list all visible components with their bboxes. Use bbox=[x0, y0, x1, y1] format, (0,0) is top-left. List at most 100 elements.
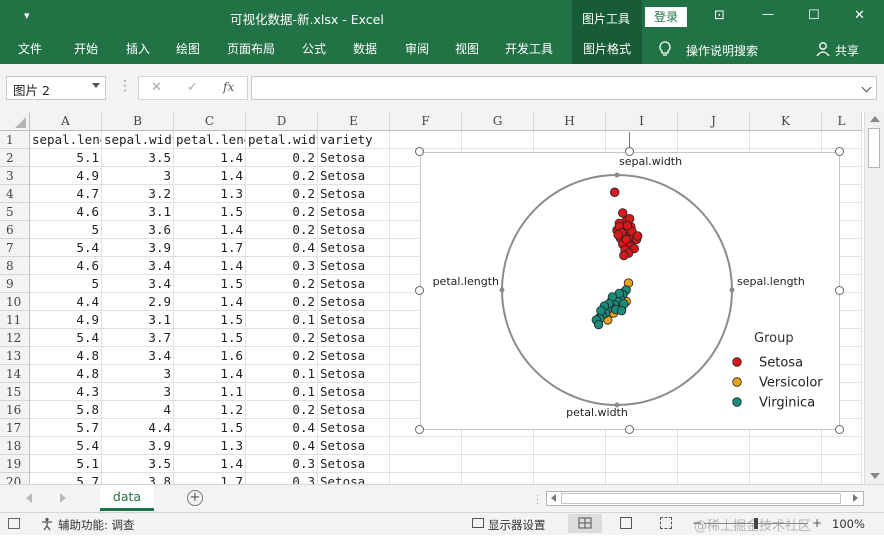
data-cell[interactable]: Setosa bbox=[318, 473, 390, 484]
tab-split-icon[interactable]: ⋮ bbox=[532, 493, 543, 506]
empty-cell[interactable] bbox=[750, 131, 822, 149]
row-header-7[interactable]: 7 bbox=[0, 239, 30, 257]
row-header-8[interactable]: 8 bbox=[0, 257, 30, 275]
data-cell[interactable]: 0.2 bbox=[246, 401, 318, 419]
tab-picture-format[interactable]: 图片格式 bbox=[572, 34, 642, 64]
data-cell[interactable]: Setosa bbox=[318, 203, 390, 221]
resize-handle-l[interactable] bbox=[415, 286, 424, 295]
data-cell[interactable]: 3.1 bbox=[102, 311, 174, 329]
row-header-10[interactable]: 10 bbox=[0, 293, 30, 311]
data-cell[interactable]: Setosa bbox=[318, 221, 390, 239]
sheet-tab-data[interactable]: data bbox=[100, 485, 154, 511]
data-cell[interactable]: 0.3 bbox=[246, 257, 318, 275]
data-cell[interactable]: 1.3 bbox=[174, 185, 246, 203]
column-header-g[interactable]: G bbox=[462, 112, 534, 131]
header-cell[interactable]: petal.length bbox=[174, 131, 246, 149]
data-cell[interactable]: 0.2 bbox=[246, 275, 318, 293]
empty-cell[interactable] bbox=[534, 473, 606, 484]
row-header-3[interactable]: 3 bbox=[0, 167, 30, 185]
data-cell[interactable]: Setosa bbox=[318, 401, 390, 419]
data-cell[interactable]: 4.9 bbox=[30, 167, 102, 185]
close-button[interactable]: ✕ bbox=[854, 8, 865, 23]
empty-cell[interactable] bbox=[606, 131, 678, 149]
data-cell[interactable]: 2.9 bbox=[102, 293, 174, 311]
minimize-button[interactable]: — bbox=[762, 7, 774, 21]
data-cell[interactable]: 4.8 bbox=[30, 347, 102, 365]
chevron-down-icon[interactable] bbox=[92, 83, 100, 88]
data-cell[interactable]: 5.8 bbox=[30, 401, 102, 419]
scroll-right-icon[interactable] bbox=[853, 494, 858, 502]
row-header-11[interactable]: 11 bbox=[0, 311, 30, 329]
scroll-up-icon[interactable] bbox=[870, 116, 880, 122]
empty-cell[interactable] bbox=[822, 473, 862, 484]
insert-function-icon[interactable]: fx bbox=[223, 80, 234, 94]
page-break-view-icon[interactable] bbox=[660, 517, 672, 529]
column-header-b[interactable]: B bbox=[102, 112, 174, 131]
data-cell[interactable]: 4 bbox=[102, 401, 174, 419]
data-cell[interactable]: Setosa bbox=[318, 419, 390, 437]
empty-cell[interactable] bbox=[534, 455, 606, 473]
column-header-l[interactable]: L bbox=[822, 112, 862, 131]
accessibility-status[interactable]: 辅助功能: 调查 bbox=[58, 517, 135, 533]
name-box[interactable]: 图片 2 bbox=[6, 76, 106, 100]
row-header-17[interactable]: 17 bbox=[0, 419, 30, 437]
row-header-18[interactable]: 18 bbox=[0, 437, 30, 455]
data-cell[interactable]: 0.2 bbox=[246, 149, 318, 167]
ribbon-display-icon[interactable]: ⊡ bbox=[714, 8, 725, 23]
column-header-j[interactable]: J bbox=[678, 112, 750, 131]
data-cell[interactable]: 5.7 bbox=[30, 419, 102, 437]
data-cell[interactable]: 4.6 bbox=[30, 257, 102, 275]
data-cell[interactable]: 5 bbox=[30, 275, 102, 293]
empty-cell[interactable] bbox=[678, 131, 750, 149]
data-cell[interactable]: 5.4 bbox=[30, 239, 102, 257]
row-header-15[interactable]: 15 bbox=[0, 383, 30, 401]
empty-cell[interactable] bbox=[606, 455, 678, 473]
data-cell[interactable]: 1.1 bbox=[174, 383, 246, 401]
row-header-4[interactable]: 4 bbox=[0, 185, 30, 203]
data-cell[interactable]: 3.4 bbox=[102, 275, 174, 293]
header-cell[interactable]: sepal.length bbox=[30, 131, 102, 149]
data-cell[interactable]: 1.5 bbox=[174, 311, 246, 329]
resize-handle-tl[interactable] bbox=[415, 147, 424, 156]
data-cell[interactable]: 4.4 bbox=[102, 419, 174, 437]
data-cell[interactable]: 0.2 bbox=[246, 347, 318, 365]
tell-me-search[interactable]: 操作说明搜索 bbox=[686, 42, 758, 59]
empty-cell[interactable] bbox=[462, 455, 534, 473]
data-cell[interactable]: 3.4 bbox=[102, 347, 174, 365]
data-cell[interactable]: 5.1 bbox=[30, 149, 102, 167]
row-header-9[interactable]: 9 bbox=[0, 275, 30, 293]
horizontal-scroll-thumb[interactable] bbox=[561, 493, 841, 504]
data-cell[interactable]: 1.4 bbox=[174, 365, 246, 383]
row-header-5[interactable]: 5 bbox=[0, 203, 30, 221]
empty-cell[interactable] bbox=[462, 473, 534, 484]
data-cell[interactable]: 1.5 bbox=[174, 419, 246, 437]
data-cell[interactable]: 1.5 bbox=[174, 275, 246, 293]
column-header-d[interactable]: D bbox=[246, 112, 318, 131]
data-cell[interactable]: 4.4 bbox=[30, 293, 102, 311]
zoom-in-button[interactable]: + bbox=[812, 516, 822, 530]
enter-icon[interactable]: ✓ bbox=[187, 80, 198, 95]
vertical-scrollbar[interactable] bbox=[864, 112, 884, 484]
row-header-12[interactable]: 12 bbox=[0, 329, 30, 347]
column-header-f[interactable]: F bbox=[390, 112, 462, 131]
data-cell[interactable]: 5.4 bbox=[30, 329, 102, 347]
data-cell[interactable]: 0.2 bbox=[246, 221, 318, 239]
login-button[interactable]: 登录 bbox=[645, 7, 687, 27]
data-cell[interactable]: 0.2 bbox=[246, 329, 318, 347]
data-cell[interactable]: 1.5 bbox=[174, 329, 246, 347]
resize-handle-br[interactable] bbox=[835, 425, 844, 434]
data-cell[interactable]: 1.4 bbox=[174, 167, 246, 185]
zoom-slider-thumb[interactable] bbox=[754, 518, 758, 529]
horizontal-scrollbar[interactable] bbox=[546, 491, 864, 506]
tab-view[interactable]: 视图 bbox=[444, 34, 490, 64]
empty-cell[interactable] bbox=[390, 437, 462, 455]
data-cell[interactable]: 3.2 bbox=[102, 185, 174, 203]
empty-cell[interactable] bbox=[606, 473, 678, 484]
empty-cell[interactable] bbox=[390, 455, 462, 473]
row-header-6[interactable]: 6 bbox=[0, 221, 30, 239]
data-cell[interactable]: 5.4 bbox=[30, 437, 102, 455]
quick-access-dropdown-icon[interactable]: ▾ bbox=[24, 9, 30, 22]
data-cell[interactable]: Setosa bbox=[318, 365, 390, 383]
data-cell[interactable]: 0.4 bbox=[246, 239, 318, 257]
empty-cell[interactable] bbox=[750, 455, 822, 473]
